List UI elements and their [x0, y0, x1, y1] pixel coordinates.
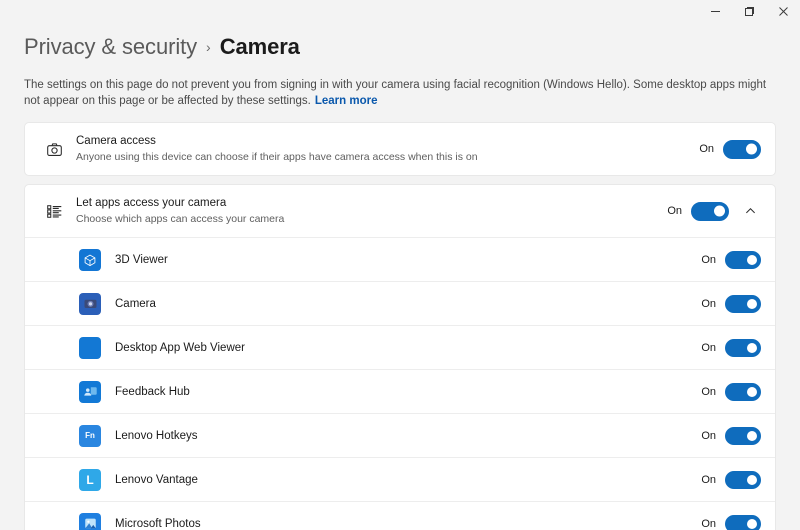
app-toggle[interactable]	[725, 514, 761, 530]
camera-app-icon	[79, 292, 101, 315]
camera-access-controls: On	[699, 139, 761, 159]
toggle-knob	[747, 518, 757, 529]
app-list: 3D Viewer On Camera On Desktop App Web Viewe…	[25, 237, 775, 530]
lenovo-hotkeys-icon: Fn	[79, 424, 101, 447]
camera-access-row[interactable]: Camera access Anyone using this device c…	[25, 123, 775, 175]
app-toggle-group: On	[701, 426, 761, 445]
apps-access-subtitle: Choose which apps can access your camera	[76, 213, 285, 225]
minimize-button[interactable]	[698, 0, 732, 22]
maximize-icon	[744, 6, 755, 17]
breadcrumb-separator-icon: ›	[206, 39, 211, 55]
apps-access-text: Let apps access your camera Choose which…	[76, 196, 667, 226]
close-button[interactable]	[766, 0, 800, 22]
app-toggle-label: On	[701, 385, 716, 398]
maximize-button[interactable]	[732, 0, 766, 22]
apps-access-toggle-label: On	[667, 205, 682, 217]
app-toggle[interactable]	[725, 470, 761, 489]
close-icon	[778, 6, 789, 17]
app-toggle-group: On	[701, 338, 761, 357]
web-viewer-icon	[79, 336, 101, 359]
app-toggle[interactable]	[725, 382, 761, 401]
app-name: Desktop App Web Viewer	[115, 341, 245, 354]
app-row[interactable]: Feedback Hub On	[25, 369, 775, 413]
app-toggle[interactable]	[725, 294, 761, 313]
lenovo-vantage-icon: L	[79, 468, 101, 491]
app-toggle-label: On	[701, 429, 716, 442]
page-description: The settings on this page do not prevent…	[24, 77, 776, 109]
microsoft-photos-icon	[79, 512, 101, 530]
app-toggle-label: On	[701, 341, 716, 354]
app-toggle-label: On	[701, 517, 716, 530]
app-toggle-group: On	[701, 294, 761, 313]
page-title: Camera	[219, 34, 300, 59]
app-name: Lenovo Hotkeys	[115, 429, 198, 442]
learn-more-link[interactable]: Learn more	[315, 95, 378, 107]
apps-access-card: Let apps access your camera Choose which…	[24, 184, 776, 530]
app-toggle[interactable]	[725, 250, 761, 269]
app-name: Microsoft Photos	[115, 517, 201, 530]
camera-access-toggle[interactable]	[723, 139, 761, 159]
app-toggle-label: On	[701, 297, 716, 310]
camera-access-text: Camera access Anyone using this device c…	[76, 134, 699, 164]
camera-icon	[38, 136, 70, 162]
app-toggle-group: On	[701, 470, 761, 489]
app-row[interactable]: Camera On	[25, 281, 775, 325]
toggle-knob	[747, 386, 757, 397]
list-icon	[38, 198, 70, 224]
app-toggle-group: On	[701, 382, 761, 401]
apps-access-controls: On	[667, 200, 761, 222]
app-toggle-group: On	[701, 514, 761, 530]
camera-access-subtitle: Anyone using this device can choose if t…	[76, 151, 478, 163]
camera-access-card: Camera access Anyone using this device c…	[24, 122, 776, 176]
apps-access-title: Let apps access your camera	[76, 197, 227, 209]
toggle-knob	[747, 254, 757, 265]
apps-access-row[interactable]: Let apps access your camera Choose which…	[25, 185, 775, 237]
breadcrumb-parent-link[interactable]: Privacy & security	[24, 34, 197, 60]
toggle-knob	[747, 430, 757, 441]
camera-access-title: Camera access	[76, 135, 156, 147]
app-toggle[interactable]	[725, 338, 761, 357]
camera-access-toggle-label: On	[699, 143, 714, 155]
app-row[interactable]: Microsoft Photos On	[25, 501, 775, 530]
app-name: Lenovo Vantage	[115, 473, 198, 486]
apps-access-toggle[interactable]	[691, 201, 729, 221]
toggle-knob	[747, 298, 757, 309]
toggle-knob	[746, 143, 757, 155]
app-toggle-group: On	[701, 250, 761, 269]
app-row[interactable]: 3D Viewer On	[25, 237, 775, 281]
app-row[interactable]: L Lenovo Vantage On	[25, 457, 775, 501]
app-name: Camera	[115, 297, 156, 310]
toggle-knob	[747, 474, 757, 485]
app-row[interactable]: Fn Lenovo Hotkeys On	[25, 413, 775, 457]
settings-page: Privacy & security › Camera The settings…	[0, 22, 800, 530]
feedback-hub-icon	[79, 380, 101, 403]
toggle-knob	[714, 205, 725, 217]
title-bar	[0, 0, 800, 22]
app-toggle-label: On	[701, 253, 716, 266]
app-name: Feedback Hub	[115, 385, 190, 398]
app-toggle-label: On	[701, 473, 716, 486]
app-toggle[interactable]	[725, 426, 761, 445]
breadcrumb: Privacy & security › Camera	[24, 34, 776, 60]
3d-viewer-icon	[79, 248, 101, 271]
toggle-knob	[747, 342, 757, 353]
app-row[interactable]: Desktop App Web Viewer On	[25, 325, 775, 369]
app-name: 3D Viewer	[115, 253, 168, 266]
chevron-up-icon[interactable]	[739, 200, 761, 222]
page-description-text: The settings on this page do not prevent…	[24, 79, 767, 107]
minimize-icon	[710, 6, 721, 17]
